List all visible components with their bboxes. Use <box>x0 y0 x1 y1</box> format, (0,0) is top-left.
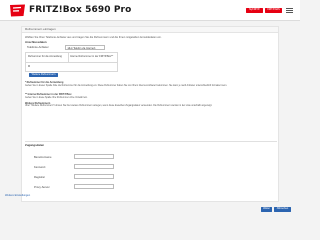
section-heading-connection: Anschlussdaten <box>25 39 47 44</box>
section-heading-credentials: Zugangsdaten <box>25 143 45 147</box>
fritz-logo-icon[interactable] <box>9 4 26 17</box>
intro-text: Wählen Sie Ihren Telefonie-Anbieter aus … <box>25 36 162 39</box>
product-title: FRITZ!Box 5690 Pro <box>29 5 132 15</box>
registrar-label: Registrar <box>34 175 45 179</box>
hamburger-menu-icon[interactable] <box>286 7 293 14</box>
provider-label: Telefonie-Anbieter <box>27 46 49 49</box>
password-field[interactable] <box>74 164 114 169</box>
username-field[interactable] <box>74 154 114 159</box>
note-text-3: Über "Weitere Rufnummern" können Sie hie… <box>25 105 213 107</box>
cancel-button[interactable]: Abbrechen <box>274 207 291 212</box>
proxy-label: Proxy-Server <box>34 185 50 189</box>
add-more-numbers-button[interactable]: Weitere Rufnummern <box>29 73 58 78</box>
phone-number-setup-panel: Rufnummern eintragen Wählen Sie Ihren Te… <box>21 26 279 202</box>
note-text-1: Geben Sie in dieser Spalte bitte die Ruf… <box>25 84 227 87</box>
note-text-2: Geben Sie in diese Spalte Ihre Rufnummer… <box>25 96 88 99</box>
panel-title-bar: Rufnummern eintragen <box>22 27 278 33</box>
table-header: Rufnummer für die Anmeldung Interne Rufn… <box>26 53 117 63</box>
proxy-field[interactable] <box>74 184 114 189</box>
column-divider <box>68 53 69 63</box>
next-button[interactable]: Weiter <box>261 207 272 212</box>
username-label: Benutzername <box>34 155 52 159</box>
phone-numbers-table: Rufnummer für die Anmeldung Interne Rufn… <box>25 52 118 72</box>
registrar-field[interactable] <box>74 174 114 179</box>
fritznas-button[interactable]: FRITZ!NAS <box>265 8 282 13</box>
myfritz-button[interactable]: MyFRITZ! <box>246 8 263 13</box>
column-header-internal-number: Interne Rufnummer in der FRITZ!Box** <box>70 54 114 58</box>
column-header-login-number: Rufnummer für die Anmeldung <box>28 54 62 58</box>
app-header: FRITZ!Box 5690 Pro MyFRITZ! FRITZ!NAS <box>0 0 300 21</box>
provider-select[interactable]: 1&1 (Telefon via Internet) <box>65 45 105 50</box>
password-label: Kennwort <box>34 165 46 169</box>
row-radio[interactable] <box>28 65 31 68</box>
panel-title: Rufnummern eintragen <box>25 27 56 32</box>
more-settings-link[interactable]: Weitere Einstellungen <box>5 194 30 197</box>
